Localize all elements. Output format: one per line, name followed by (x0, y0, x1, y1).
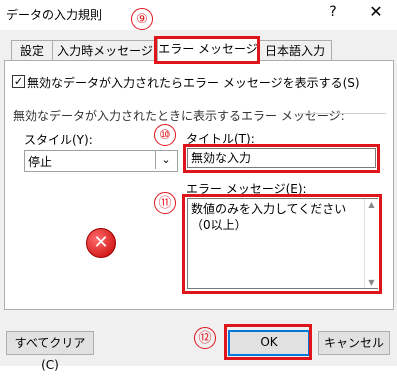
annotation-12: ⑫ (194, 327, 216, 349)
error-icon: ✕ (86, 228, 116, 258)
highlight-ok-button (224, 324, 312, 360)
tab-ime[interactable]: 日本語入力 (258, 40, 332, 61)
annotation-11: ⑪ (154, 192, 176, 214)
tab-input-message[interactable]: 入力時メッセージ (52, 40, 158, 61)
group-label: 無効なデータが入力されたときに表示するエラー メッセージ: (13, 109, 345, 123)
close-button[interactable]: ✕ (365, 2, 387, 22)
highlight-error-tab (154, 36, 260, 64)
tab-settings[interactable]: 設定 (11, 40, 53, 61)
group-separator (300, 113, 386, 114)
annotation-10: ⑩ (154, 124, 176, 146)
help-button[interactable]: ? (322, 4, 344, 22)
clear-all-button[interactable]: すべてクリア(C) (6, 331, 94, 372)
style-label: スタイル(Y): (24, 133, 93, 147)
highlight-message-area (182, 194, 382, 294)
chevron-down-icon[interactable]: ⌄ (155, 151, 176, 169)
show-error-checkbox[interactable]: ✓ (12, 75, 25, 88)
show-error-label[interactable]: 無効なデータが入力されたらエラー メッセージを表示する(S) (27, 74, 360, 91)
window-title: データの入力規則 (6, 8, 103, 22)
highlight-title-input (183, 144, 380, 173)
annotation-9: ⑨ (131, 8, 153, 30)
cancel-button[interactable]: キャンセル (318, 331, 390, 355)
style-select-value: 停止 (28, 155, 53, 169)
